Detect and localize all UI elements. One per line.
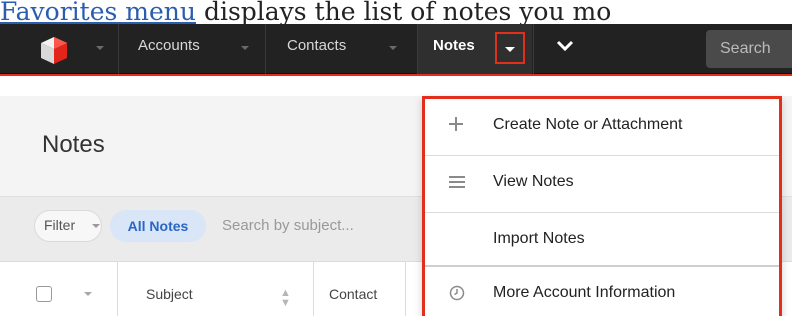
filter-label: Filter: [44, 217, 76, 233]
navbar-highlight-strip: [0, 74, 792, 94]
sort-icon[interactable]: ▲ ▼: [280, 288, 291, 309]
clock-icon: [449, 285, 465, 301]
nav-item-notes[interactable]: Notes: [433, 24, 475, 74]
filter-search-input[interactable]: Search by subject...: [222, 217, 354, 234]
favorites-menu-link[interactable]: Favorites menu: [0, 0, 196, 24]
filter-caret-icon: [92, 224, 100, 228]
column-divider: [117, 262, 118, 316]
sugar-logo-icon[interactable]: [38, 34, 70, 66]
menu-item-more-account-information[interactable]: More Account Information: [425, 267, 779, 316]
chevron-down-icon: [505, 47, 515, 52]
global-search-input[interactable]: Search: [706, 30, 792, 68]
column-header-subject[interactable]: Subject: [146, 286, 193, 302]
notes-dropdown-button[interactable]: [495, 32, 525, 64]
accounts-caret-icon[interactable]: [241, 46, 249, 50]
menu-item-label: Create Note or Attachment: [493, 116, 683, 133]
notes-actions-menu: Create Note or Attachment View Notes Imp…: [422, 96, 782, 316]
plus-icon: [449, 117, 463, 131]
column-header-contact[interactable]: Contact: [329, 286, 377, 302]
column-divider: [405, 262, 406, 316]
mass-action-caret-icon[interactable]: [84, 292, 92, 296]
list-icon: [449, 176, 465, 188]
nav-item-accounts[interactable]: Accounts: [138, 24, 200, 74]
menu-item-import-notes[interactable]: Import Notes: [425, 213, 779, 269]
doc-text-strip: Favorites menu displays the list of note…: [0, 0, 792, 24]
nav-divider: [533, 24, 534, 74]
top-navbar: Accounts Contacts Notes Search: [0, 24, 792, 74]
menu-item-create-note[interactable]: Create Note or Attachment: [425, 99, 779, 155]
page-title: Notes: [42, 131, 105, 158]
menu-item-label: View Notes: [493, 173, 574, 190]
doc-text: displays the list of notes you mo: [196, 0, 612, 24]
nav-divider: [265, 24, 266, 74]
menu-item-view-notes[interactable]: View Notes: [425, 156, 779, 212]
contacts-caret-icon[interactable]: [389, 46, 397, 50]
column-divider: [313, 262, 314, 316]
nav-item-contacts[interactable]: Contacts: [287, 24, 346, 74]
nav-divider: [118, 24, 119, 74]
menu-item-label: Import Notes: [493, 230, 585, 247]
logo-caret-icon[interactable]: [96, 46, 104, 50]
filter-selected-all-notes[interactable]: All Notes: [110, 210, 206, 242]
menu-item-label: More Account Information: [493, 284, 676, 301]
more-modules-chevron-icon[interactable]: [555, 36, 575, 56]
select-all-checkbox[interactable]: [36, 286, 52, 302]
